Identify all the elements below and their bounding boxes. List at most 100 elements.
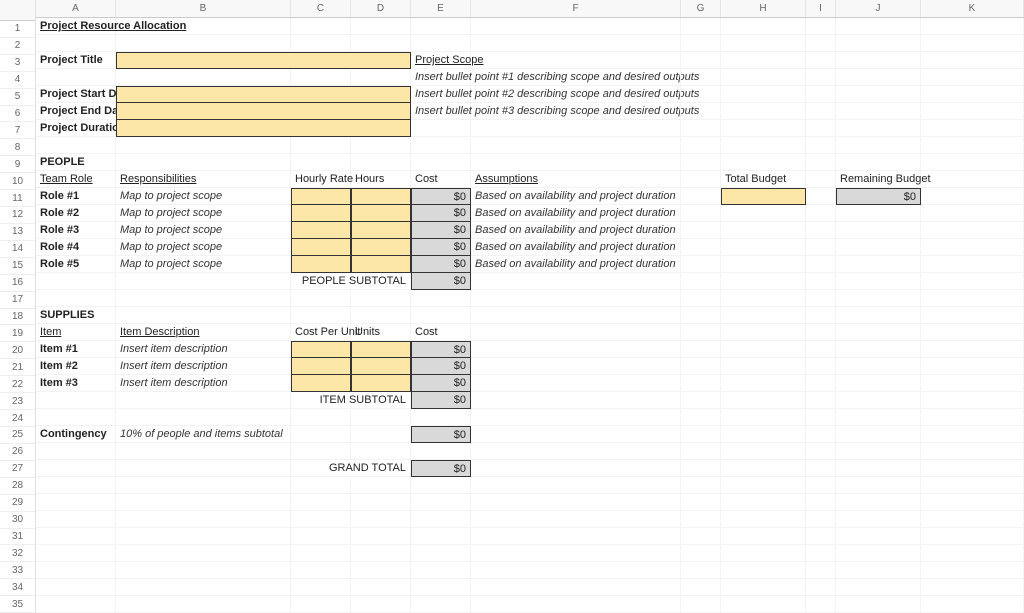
cell-J20[interactable] <box>836 341 921 358</box>
cell-D35[interactable] <box>351 596 411 613</box>
cell-A10[interactable]: Team Role <box>36 171 116 188</box>
cell-I9[interactable] <box>806 154 836 171</box>
cell-J32[interactable] <box>836 545 921 562</box>
cell-H17[interactable] <box>721 290 806 307</box>
cell-G20[interactable] <box>681 341 721 358</box>
row-header-30[interactable]: 30 <box>0 512 35 529</box>
cell-E34[interactable] <box>411 579 471 596</box>
cell-H7[interactable] <box>721 120 806 137</box>
cell-C4[interactable] <box>291 69 351 86</box>
cell-J10[interactable]: Remaining Budget <box>836 171 921 188</box>
cell-B30[interactable] <box>116 511 291 528</box>
cell-E7[interactable] <box>411 120 471 137</box>
cell-G24[interactable] <box>681 409 721 426</box>
cell-F17[interactable] <box>471 290 681 307</box>
cell-grid[interactable]: Project Resource AllocationProject Title… <box>36 18 1024 613</box>
cell-I4[interactable] <box>806 69 836 86</box>
cell-K26[interactable] <box>921 443 1024 460</box>
cell-J16[interactable] <box>836 273 921 290</box>
cell-C17[interactable] <box>291 290 351 307</box>
cell-J3[interactable] <box>836 52 921 69</box>
cell-E9[interactable] <box>411 154 471 171</box>
cell-I17[interactable] <box>806 290 836 307</box>
cell-J14[interactable] <box>836 239 921 256</box>
cell-C18[interactable] <box>291 307 351 324</box>
cell-H35[interactable] <box>721 596 806 613</box>
cell-G26[interactable] <box>681 443 721 460</box>
cell-A16[interactable] <box>36 273 116 290</box>
col-header-D[interactable]: D <box>351 0 411 17</box>
cell-I30[interactable] <box>806 511 836 528</box>
cell-G17[interactable] <box>681 290 721 307</box>
cell-H30[interactable] <box>721 511 806 528</box>
cell-E20[interactable]: $0 <box>411 341 471 358</box>
cell-G22[interactable] <box>681 375 721 392</box>
cell-K10[interactable] <box>921 171 1024 188</box>
cell-A2[interactable] <box>36 35 116 52</box>
row-header-26[interactable]: 26 <box>0 444 35 461</box>
cell-F9[interactable] <box>471 154 681 171</box>
cell-A1[interactable]: Project Resource Allocation <box>36 18 116 35</box>
row-header-11[interactable]: 11 <box>0 190 35 207</box>
cell-K35[interactable] <box>921 596 1024 613</box>
cell-I13[interactable] <box>806 222 836 239</box>
cell-A4[interactable] <box>36 69 116 86</box>
cell-J2[interactable] <box>836 35 921 52</box>
cell-K17[interactable] <box>921 290 1024 307</box>
cell-A5[interactable]: Project Start Date <box>36 86 116 103</box>
cell-A30[interactable] <box>36 511 116 528</box>
cell-D14[interactable] <box>351 239 411 256</box>
cell-C27[interactable]: GRAND TOTAL <box>291 460 411 477</box>
cell-E18[interactable] <box>411 307 471 324</box>
cell-F26[interactable] <box>471 443 681 460</box>
cell-C12[interactable] <box>291 205 351 222</box>
cell-G10[interactable] <box>681 171 721 188</box>
cell-H14[interactable] <box>721 239 806 256</box>
cell-I21[interactable] <box>806 358 836 375</box>
cell-C13[interactable] <box>291 222 351 239</box>
cell-H9[interactable] <box>721 154 806 171</box>
cell-G31[interactable] <box>681 528 721 545</box>
cell-C23[interactable]: ITEM SUBTOTAL <box>291 392 411 409</box>
cell-A11[interactable]: Role #1 <box>36 188 116 205</box>
cell-H29[interactable] <box>721 494 806 511</box>
row-header-34[interactable]: 34 <box>0 579 35 596</box>
cell-D30[interactable] <box>351 511 411 528</box>
cell-J1[interactable] <box>836 18 921 35</box>
row-header-33[interactable]: 33 <box>0 562 35 579</box>
cell-C10[interactable]: Hourly Rate <box>291 171 351 188</box>
cell-B20[interactable]: Insert item description <box>116 341 291 358</box>
cell-J18[interactable] <box>836 307 921 324</box>
cell-I6[interactable] <box>806 103 836 120</box>
cell-B8[interactable] <box>116 137 291 154</box>
cell-C35[interactable] <box>291 596 351 613</box>
cell-B23[interactable] <box>116 392 291 409</box>
cell-D18[interactable] <box>351 307 411 324</box>
cell-F14[interactable]: Based on availability and project durati… <box>471 239 681 256</box>
cell-J22[interactable] <box>836 375 921 392</box>
cell-I32[interactable] <box>806 545 836 562</box>
cell-C29[interactable] <box>291 494 351 511</box>
cell-C31[interactable] <box>291 528 351 545</box>
cell-H3[interactable] <box>721 52 806 69</box>
cell-C15[interactable] <box>291 256 351 273</box>
cell-E27[interactable]: $0 <box>411 460 471 477</box>
row-header-4[interactable]: 4 <box>0 72 35 89</box>
cell-I16[interactable] <box>806 273 836 290</box>
cell-D12[interactable] <box>351 205 411 222</box>
cell-K32[interactable] <box>921 545 1024 562</box>
row-header-24[interactable]: 24 <box>0 410 35 427</box>
cell-J28[interactable] <box>836 477 921 494</box>
cell-B17[interactable] <box>116 290 291 307</box>
cell-H24[interactable] <box>721 409 806 426</box>
cell-I19[interactable] <box>806 324 836 341</box>
cell-E33[interactable] <box>411 562 471 579</box>
cell-D1[interactable] <box>351 18 411 35</box>
row-header-15[interactable]: 15 <box>0 258 35 275</box>
cell-H22[interactable] <box>721 375 806 392</box>
cell-K2[interactable] <box>921 35 1024 52</box>
cell-J24[interactable] <box>836 409 921 426</box>
cell-B5[interactable] <box>116 86 411 103</box>
cell-G1[interactable] <box>681 18 721 35</box>
cell-J13[interactable] <box>836 222 921 239</box>
